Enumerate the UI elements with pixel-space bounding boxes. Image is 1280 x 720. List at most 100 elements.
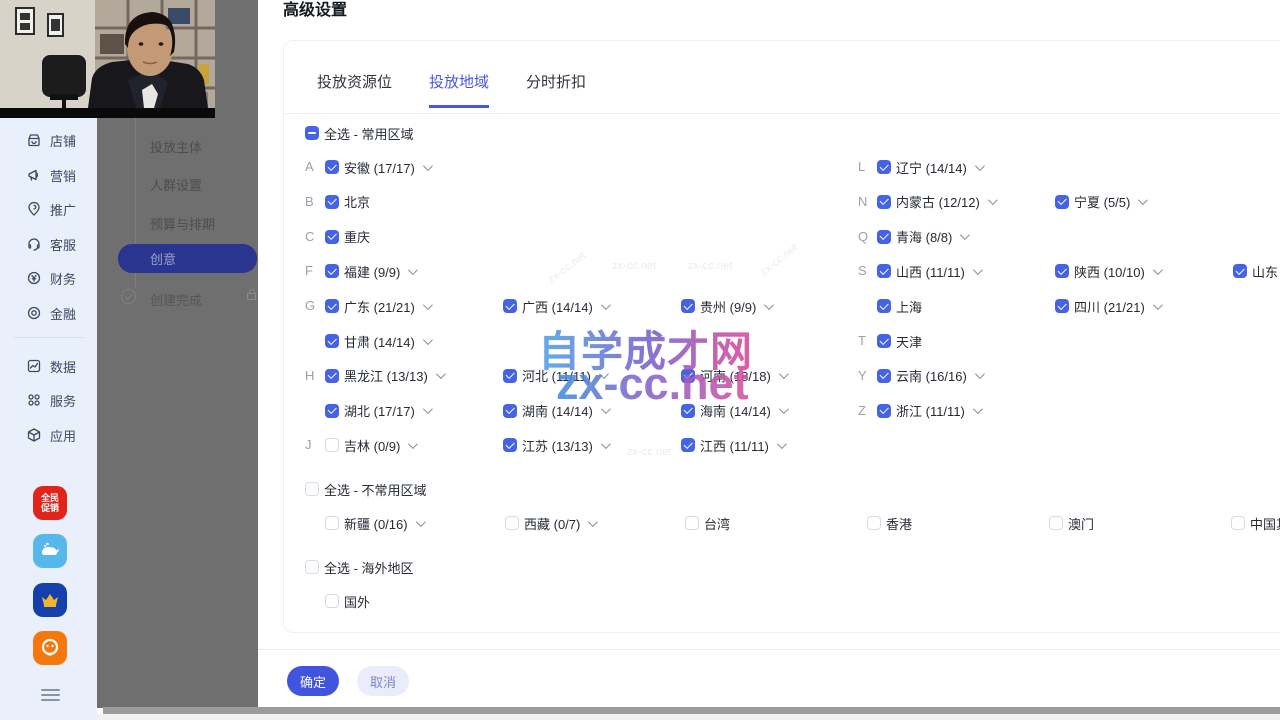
- advanced-settings-modal: 高级设置 投放资源位投放地域分时折扣: [258, 0, 1280, 720]
- sidebar-item-label: 财务: [50, 269, 76, 288]
- checkbox[interactable]: [1231, 516, 1245, 530]
- checkbox[interactable]: [325, 369, 339, 383]
- checkbox[interactable]: [503, 438, 517, 452]
- region-label: 宁夏 (5/5): [1074, 192, 1130, 211]
- tab-分时折扣[interactable]: 分时折扣: [526, 71, 586, 105]
- region-item: 四川 (21/21): [1055, 296, 1160, 316]
- sidebar-item-财务[interactable]: 财务: [26, 268, 76, 288]
- checkbox[interactable]: [867, 516, 881, 530]
- select-all-row: 全选 - 海外地区: [305, 557, 414, 577]
- sidebar-item-客服[interactable]: 客服: [26, 234, 76, 254]
- settings-card: 投放资源位 投放地域 分时折扣: [283, 40, 1280, 633]
- checkbox[interactable]: [305, 482, 319, 496]
- wizard-step[interactable]: 人群设置: [150, 175, 202, 194]
- region-label: 北京: [344, 192, 370, 211]
- wizard-step[interactable]: 投放主体: [150, 137, 202, 156]
- checkbox[interactable]: [877, 334, 891, 348]
- sidebar-item-服务[interactable]: 服务: [26, 390, 76, 410]
- tab-投放资源位[interactable]: 投放资源位: [317, 71, 392, 105]
- checkbox[interactable]: [681, 404, 695, 418]
- checkbox[interactable]: [1049, 516, 1063, 530]
- checkbox[interactable]: [681, 438, 695, 452]
- crown-app-icon[interactable]: [33, 583, 67, 617]
- tab-bar: 投放资源位 投放地域 分时折扣: [284, 41, 1280, 114]
- sidebar-item-店铺[interactable]: 店铺: [26, 130, 76, 150]
- region-item: 吉林 (0/9): [325, 435, 415, 455]
- sidebar-item-应用[interactable]: 应用: [26, 425, 76, 445]
- letter-group-label: L: [858, 157, 874, 177]
- checkbox[interactable]: [685, 516, 699, 530]
- letter-group-label: G: [305, 296, 321, 316]
- checkbox[interactable]: [305, 126, 319, 140]
- checkbox[interactable]: [325, 230, 339, 244]
- region-item: 甘肃 (14/14): [325, 331, 430, 351]
- sidebar-divider: [14, 337, 84, 338]
- wizard-step[interactable]: 预算与排期: [150, 214, 215, 233]
- promo-app-icon[interactable]: 全民 促销: [33, 486, 67, 520]
- tab-label: 投放资源位: [317, 74, 392, 91]
- region-label: 澳门: [1068, 514, 1094, 533]
- sidebar-item-金融[interactable]: 金融: [26, 303, 76, 323]
- region-label: 国外: [344, 592, 370, 611]
- confirm-button[interactable]: 确定: [287, 666, 339, 696]
- checkbox[interactable]: [1233, 264, 1247, 278]
- checkbox[interactable]: [1055, 299, 1069, 313]
- checkbox[interactable]: [503, 404, 517, 418]
- checkbox[interactable]: [877, 404, 891, 418]
- checkbox[interactable]: [681, 369, 695, 383]
- checkbox[interactable]: [325, 516, 339, 530]
- checkbox[interactable]: [305, 560, 319, 574]
- wizard-step-active[interactable]: 创意: [118, 244, 257, 273]
- checkbox[interactable]: [1055, 264, 1069, 278]
- checkbox[interactable]: [505, 516, 519, 530]
- checkbox[interactable]: [325, 438, 339, 452]
- checkbox[interactable]: [877, 264, 891, 278]
- checkbox[interactable]: [325, 334, 339, 348]
- checkbox[interactable]: [325, 160, 339, 174]
- horizontal-scrollbar-thumb[interactable]: [103, 707, 1280, 714]
- select-all-row: 全选 - 常用区域: [305, 123, 414, 143]
- checkbox[interactable]: [325, 264, 339, 278]
- checkbox[interactable]: [325, 299, 339, 313]
- checkbox[interactable]: [503, 369, 517, 383]
- horizontal-scrollbar-track[interactable]: [97, 714, 1280, 720]
- checkbox[interactable]: [325, 594, 339, 608]
- checkbox[interactable]: [877, 299, 891, 313]
- cancel-button[interactable]: 取消: [357, 666, 409, 696]
- region-item: 山西 (11/11): [877, 261, 980, 281]
- wizard-step[interactable]: 创建完成: [150, 290, 202, 309]
- sidebar-item-推广[interactable]: 推广: [26, 199, 76, 219]
- region-item: 江西 (11/11): [681, 435, 784, 455]
- sidebar-item-营销[interactable]: 营销: [26, 165, 76, 185]
- webcam-video-overlay: [0, 0, 215, 118]
- wizard-step-label: 预算与排期: [150, 217, 215, 232]
- checkbox[interactable]: [877, 160, 891, 174]
- grid-dots-icon: [26, 392, 42, 408]
- region-item: 安徽 (17/17): [325, 157, 430, 177]
- check-circle-icon: [121, 289, 136, 304]
- letter-group-label: T: [858, 331, 874, 351]
- wizard-step-label: 创意: [150, 249, 176, 268]
- checkbox[interactable]: [325, 195, 339, 209]
- wangwang-app-icon[interactable]: [33, 631, 67, 665]
- wizard-step-label: 人群设置: [150, 178, 202, 193]
- letter-group-label: N: [858, 192, 874, 212]
- region-item: 江苏 (13/13): [503, 435, 608, 455]
- checkbox[interactable]: [503, 299, 517, 313]
- checkbox[interactable]: [681, 299, 695, 313]
- checkbox[interactable]: [877, 230, 891, 244]
- region-item: 广东 (21/21): [325, 296, 430, 316]
- region-item: 宁夏 (5/5): [1055, 192, 1145, 212]
- checkbox[interactable]: [325, 404, 339, 418]
- sidebar-item-数据[interactable]: 数据: [26, 356, 76, 376]
- region-item: 湖北 (17/17): [325, 401, 430, 421]
- hamburger-menu-icon[interactable]: [41, 689, 60, 701]
- region-label: 广西 (14/14): [522, 297, 593, 316]
- region-item: 上海: [877, 296, 922, 316]
- whale-app-icon[interactable]: [33, 534, 67, 568]
- checkbox[interactable]: [877, 369, 891, 383]
- checkbox[interactable]: [877, 195, 891, 209]
- region-item: 青海 (8/8): [877, 227, 967, 247]
- checkbox[interactable]: [1055, 195, 1069, 209]
- tab-投放地域[interactable]: 投放地域: [429, 71, 489, 108]
